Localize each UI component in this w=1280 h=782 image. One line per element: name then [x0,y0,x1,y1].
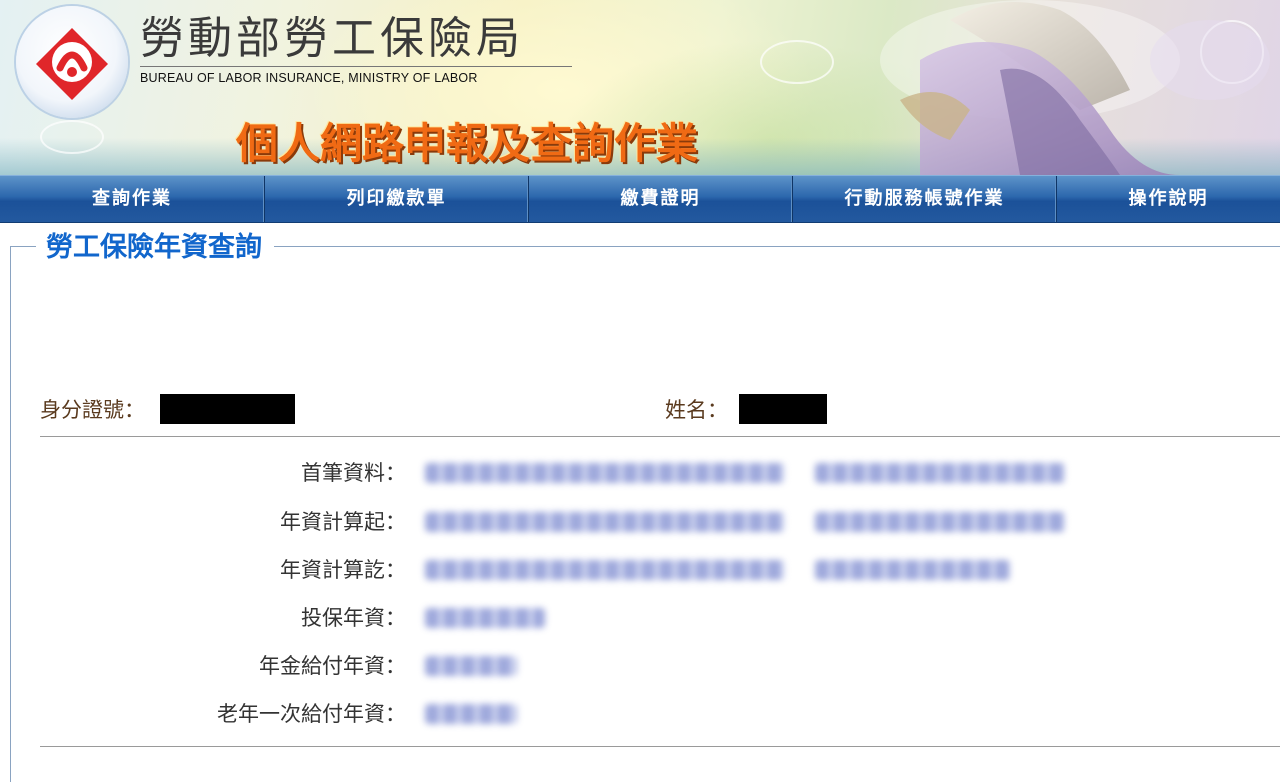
org-name-en: BUREAU OF LABOR INSURANCE, MINISTRY OF L… [140,71,478,85]
name-label: 姓名： [665,398,728,422]
org-name-cn: 勞動部勞工保險局 [140,13,524,64]
lump-sum-years-label: 老年一次給付年資： [217,702,406,726]
divider-bottom [40,746,1280,747]
seniority-start-value-blurred [425,512,785,532]
seniority-start-label: 年資計算起： [280,510,406,534]
annuity-years-value-blurred [425,656,517,676]
nav-query[interactable]: 查詢作業 [0,176,265,222]
first-record-label: 首筆資料： [301,461,406,485]
insured-years-label: 投保年資： [301,606,406,630]
lump-sum-years-value-blurred [425,704,517,724]
first-record-value-blurred [425,463,785,483]
divider-top [40,436,1280,437]
name-redacted [739,394,827,424]
cloud-swirl [760,40,834,84]
first-record-date-blurred [815,463,1065,483]
nav-payment-proof[interactable]: 繳費證明 [529,176,793,222]
fieldset-border-left [10,246,11,782]
bli-logo[interactable] [16,6,128,118]
nav-mobile-account[interactable]: 行動服務帳號作業 [793,176,1057,222]
seniority-end-value-blurred [425,560,785,580]
id-number-label: 身分證號： [40,398,145,422]
insured-years-value-blurred [425,608,545,628]
main-nav: 查詢作業 列印繳款單 繳費證明 行動服務帳號作業 操作說明 [0,175,1280,223]
section-title: 勞工保險年資查詢 [36,228,274,268]
org-name-divider [140,66,572,67]
cloud-swirl [40,120,104,154]
header-banner: 勞動部勞工保險局 BUREAU OF LABOR INSURANCE, MINI… [0,0,1280,175]
nav-print-bill[interactable]: 列印繳款單 [265,176,529,222]
id-number-redacted [160,394,295,424]
seniority-end-label: 年資計算訖： [280,558,406,582]
seniority-end-date-blurred [815,560,1010,580]
farmer-photo [880,0,1270,175]
annuity-years-label: 年金給付年資： [259,654,406,678]
service-title: 個人網路申報及查詢作業 [236,119,699,168]
seniority-start-date-blurred [815,512,1065,532]
nav-help[interactable]: 操作說明 [1057,176,1280,222]
